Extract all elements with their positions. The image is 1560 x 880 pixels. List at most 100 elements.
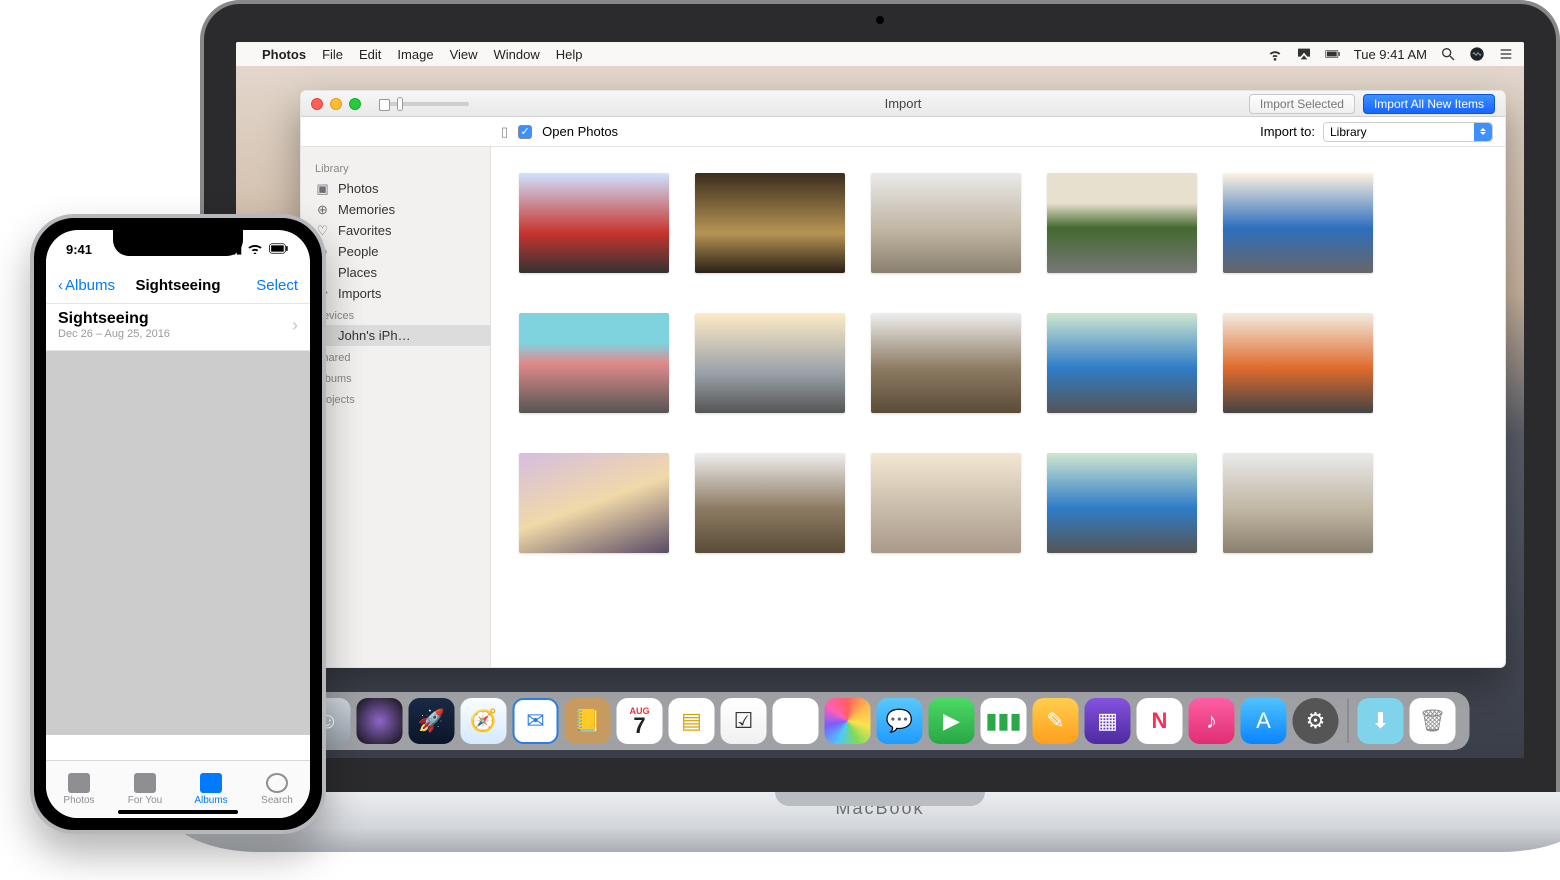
photo-thumb[interactable] (112, 671, 178, 735)
photo-thumb[interactable] (46, 479, 112, 543)
window-close-button[interactable] (311, 98, 323, 110)
photo-thumb[interactable] (178, 351, 244, 415)
import-selected-button[interactable]: Import Selected (1249, 94, 1355, 114)
tab-photos[interactable]: Photos (46, 761, 112, 818)
photos-sidebar: Library ▣Photos ⊕Memories ♡Favorites ☺Pe… (301, 147, 491, 667)
import-thumbnail[interactable] (1047, 453, 1197, 553)
import-thumbnail[interactable] (1223, 313, 1373, 413)
import-thumbnail[interactable] (695, 453, 845, 553)
dock-app-news[interactable]: N (1137, 698, 1183, 744)
photo-thumb[interactable] (112, 351, 178, 415)
sidebar-item-photos[interactable]: ▣Photos (301, 178, 490, 199)
photo-thumb[interactable] (46, 543, 112, 607)
sidebar-item-device-iphone[interactable]: ▯John's iPh… (301, 325, 490, 346)
photo-thumb[interactable] (46, 671, 112, 735)
photo-thumb[interactable] (112, 543, 178, 607)
photo-thumb[interactable] (178, 543, 244, 607)
menu-image[interactable]: Image (397, 47, 433, 62)
photo-thumb[interactable] (244, 479, 310, 543)
import-thumbnail[interactable] (519, 313, 669, 413)
menu-edit[interactable]: Edit (359, 47, 381, 62)
photo-thumb[interactable] (46, 607, 112, 671)
import-thumbnail[interactable] (519, 173, 669, 273)
photo-thumb[interactable] (244, 543, 310, 607)
window-minimize-button[interactable] (330, 98, 342, 110)
photo-thumb[interactable] (46, 415, 112, 479)
menu-window[interactable]: Window (494, 47, 540, 62)
sidebar-header-devices: Devices (301, 304, 490, 325)
dock-app-messages[interactable]: 💬 (877, 698, 923, 744)
dock-trash[interactable]: 🗑 (1410, 698, 1456, 744)
notification-center-icon[interactable] (1498, 46, 1514, 62)
dock-app-pages[interactable]: ✎ (1033, 698, 1079, 744)
photo-thumb[interactable] (244, 351, 310, 415)
import-to-select[interactable]: Library (1323, 122, 1493, 142)
window-zoom-button[interactable] (349, 98, 361, 110)
dock-app-system-preferences[interactable]: ⚙ (1293, 698, 1339, 744)
dock-app-contacts[interactable]: 📒 (565, 698, 611, 744)
photo-thumb[interactable] (178, 415, 244, 479)
battery-icon[interactable] (1325, 46, 1341, 62)
dock-app-calendar[interactable]: AUG7 (617, 698, 663, 744)
photo-thumb[interactable] (178, 607, 244, 671)
album-header-row[interactable]: Sightseeing Dec 26 – Aug 25, 2016 › (46, 304, 310, 351)
import-thumbnail[interactable] (1223, 173, 1373, 273)
sidebar-item-memories[interactable]: ⊕Memories (301, 199, 490, 220)
sidebar-item-imports[interactable]: ⟳Imports (301, 283, 490, 304)
photo-thumb[interactable] (178, 479, 244, 543)
menu-help[interactable]: Help (556, 47, 583, 62)
dock-app-facetime[interactable]: ▶ (929, 698, 975, 744)
sidebar-item-favorites[interactable]: ♡Favorites (301, 220, 490, 241)
dock-app-mail[interactable]: ✉ (513, 698, 559, 744)
sidebar-item-people[interactable]: ☺People (301, 241, 490, 262)
photo-thumb[interactable] (46, 351, 112, 415)
photo-thumb[interactable] (244, 671, 310, 735)
photo-thumb[interactable] (178, 671, 244, 735)
thumbnail-size-slider[interactable] (379, 102, 469, 106)
wifi-icon[interactable] (1267, 46, 1283, 62)
import-thumbnail[interactable] (519, 453, 669, 553)
dock-app-keynote[interactable]: ▦ (1085, 698, 1131, 744)
dock-app-notes[interactable]: ▤ (669, 698, 715, 744)
photo-thumb[interactable] (244, 607, 310, 671)
dock-app-appstore[interactable]: А (1241, 698, 1287, 744)
iphone-home-indicator[interactable] (118, 810, 238, 814)
menu-view[interactable]: View (450, 47, 478, 62)
nav-select-button[interactable]: Select (256, 277, 298, 294)
import-thumbnail[interactable] (1047, 313, 1197, 413)
spotlight-icon[interactable] (1440, 46, 1456, 62)
dock-app-numbers[interactable]: ▮▮▮ (981, 698, 1027, 744)
sidebar-item-places[interactable]: 📍Places (301, 262, 490, 283)
dock-downloads[interactable]: ⬇ (1358, 698, 1404, 744)
tab-search[interactable]: Search (244, 761, 310, 818)
dock-app-reminders[interactable]: ☑ (721, 698, 767, 744)
siri-icon[interactable] (1469, 46, 1485, 62)
open-photos-checkbox[interactable]: ✓ (518, 125, 532, 139)
photo-thumb[interactable] (112, 479, 178, 543)
dock-app-siri[interactable] (357, 698, 403, 744)
import-photo-grid (491, 147, 1505, 667)
nav-back-button[interactable]: ‹Albums (58, 277, 115, 294)
airplay-icon[interactable] (1296, 46, 1312, 62)
dock-app-safari[interactable]: 🧭 (461, 698, 507, 744)
dock-app-itunes[interactable]: ♪ (1189, 698, 1235, 744)
chevron-right-icon: › (292, 315, 298, 336)
import-thumbnail[interactable] (695, 173, 845, 273)
import-thumbnail[interactable] (1223, 453, 1373, 553)
import-thumbnail[interactable] (871, 453, 1021, 553)
photo-thumb[interactable] (112, 607, 178, 671)
photo-thumb[interactable] (244, 415, 310, 479)
menu-file[interactable]: File (322, 47, 343, 62)
import-thumbnail[interactable] (1047, 173, 1197, 273)
import-thumbnail[interactable] (871, 173, 1021, 273)
dock-app-maps[interactable]: 🗺 (773, 698, 819, 744)
dock-app-photos[interactable] (825, 698, 871, 744)
calendar-day: 7 (633, 716, 645, 736)
photo-thumb[interactable] (112, 415, 178, 479)
menubar-clock[interactable]: Tue 9:41 AM (1354, 47, 1427, 62)
menu-app-name[interactable]: Photos (262, 47, 306, 62)
import-thumbnail[interactable] (695, 313, 845, 413)
import-thumbnail[interactable] (871, 313, 1021, 413)
dock-app-launchpad[interactable]: 🚀 (409, 698, 455, 744)
import-all-button[interactable]: Import All New Items (1363, 94, 1495, 114)
